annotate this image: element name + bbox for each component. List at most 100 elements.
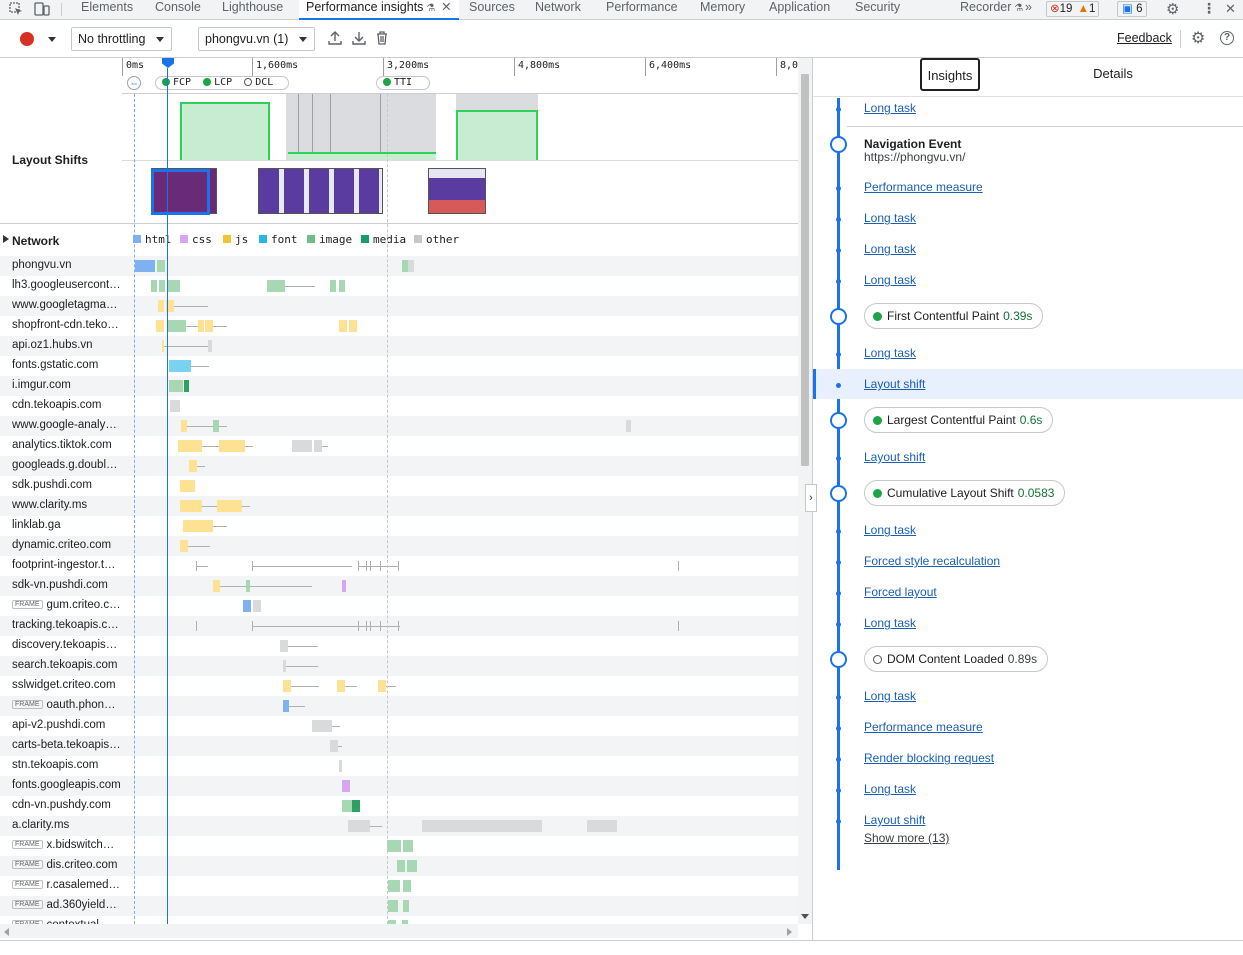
- horizontal-scrollbar[interactable]: [0, 924, 798, 938]
- request-bar[interactable]: [330, 740, 338, 752]
- throttling-select[interactable]: No throttling: [71, 27, 172, 51]
- tab-memory[interactable]: Memory: [700, 0, 745, 20]
- request-bar[interactable]: [388, 880, 400, 892]
- network-row[interactable]: FRAMEcontextual…: [0, 916, 798, 924]
- insight-link[interactable]: Long task: [864, 689, 916, 703]
- network-row[interactable]: phongvu.vn: [0, 256, 798, 276]
- request-bar[interactable]: [213, 420, 219, 432]
- request-bar[interactable]: [253, 600, 261, 612]
- tab-console[interactable]: Console: [155, 0, 201, 20]
- request-bar[interactable]: [342, 780, 350, 792]
- network-row[interactable]: www.google-analy…: [0, 416, 798, 436]
- request-bar[interactable]: [378, 680, 386, 692]
- close-devtools-icon[interactable]: ✕: [1225, 1, 1236, 17]
- request-bar[interactable]: [342, 800, 352, 812]
- insight-link[interactable]: Performance measure: [864, 180, 983, 194]
- tab-application[interactable]: Application: [769, 0, 830, 20]
- metric-pill[interactable]: Largest Contentful Paint 0.6s: [864, 407, 1054, 433]
- insight-link[interactable]: Long task: [864, 346, 916, 360]
- request-bar[interactable]: [339, 760, 342, 772]
- request-bar[interactable]: [180, 500, 202, 512]
- request-bar[interactable]: [339, 320, 347, 332]
- request-bar[interactable]: [184, 380, 189, 392]
- request-bar[interactable]: [403, 900, 409, 912]
- screenshot-thumbnail[interactable]: [428, 168, 486, 214]
- request-bar[interactable]: [170, 400, 180, 412]
- request-bar[interactable]: [337, 680, 345, 692]
- more-options-icon[interactable]: ⋮: [1202, 0, 1216, 17]
- network-row[interactable]: footprint-ingestor.t…: [0, 556, 798, 576]
- insight-link[interactable]: Forced layout: [864, 585, 937, 599]
- metric-pill[interactable]: Cumulative Layout Shift 0.0583: [864, 480, 1066, 506]
- request-bar[interactable]: [205, 320, 213, 332]
- request-bar[interactable]: [217, 500, 242, 512]
- network-row[interactable]: googleads.g.doubl…: [0, 456, 798, 476]
- request-bar[interactable]: [179, 360, 191, 372]
- playhead-handle-icon[interactable]: [162, 58, 174, 68]
- network-row[interactable]: www.googletagma…: [0, 296, 798, 316]
- marker-pill-group[interactable]: FCP LCP DCL: [155, 76, 289, 90]
- navigation-marker-icon[interactable]: ⇔: [127, 76, 141, 90]
- layout-shift-bar[interactable]: [288, 152, 436, 160]
- upload-icon[interactable]: [327, 30, 343, 49]
- tab-security[interactable]: Security: [855, 0, 900, 20]
- recording-select[interactable]: phongvu.vn (1): [198, 27, 315, 51]
- insight-link[interactable]: Layout shift: [864, 813, 925, 827]
- layout-shift-cluster[interactable]: [180, 102, 270, 160]
- request-bar[interactable]: [157, 260, 165, 272]
- network-row[interactable]: analytics.tiktok.com: [0, 436, 798, 456]
- scroll-right-icon[interactable]: [787, 928, 792, 936]
- request-bar[interactable]: [208, 340, 212, 352]
- issues-counter[interactable]: ⊗19 ▲1: [1046, 1, 1100, 17]
- network-row[interactable]: search.tekoapis.com: [0, 656, 798, 676]
- sidebar-toggle-button[interactable]: ›: [805, 484, 817, 512]
- insight-link[interactable]: Long task: [864, 616, 916, 630]
- show-more-link[interactable]: Show more (13): [864, 831, 949, 845]
- network-row[interactable]: linklab.ga: [0, 516, 798, 536]
- metric-pill[interactable]: First Contentful Paint 0.39s: [864, 303, 1044, 329]
- request-bar[interactable]: [422, 820, 542, 832]
- delete-icon[interactable]: [375, 30, 389, 49]
- insight-link[interactable]: Long task: [864, 782, 916, 796]
- request-bar[interactable]: [180, 480, 188, 492]
- expand-triangle-icon[interactable]: [3, 235, 9, 243]
- network-row[interactable]: FRAME dis.criteo.com: [0, 856, 798, 876]
- request-bar[interactable]: [342, 580, 346, 592]
- request-bar[interactable]: [219, 440, 245, 452]
- request-bar[interactable]: [156, 320, 164, 332]
- insight-link[interactable]: Performance measure: [864, 720, 983, 734]
- network-row[interactable]: dynamic.criteo.com: [0, 536, 798, 556]
- request-bar[interactable]: [169, 380, 183, 392]
- request-bar[interactable]: [388, 900, 398, 912]
- close-tab-icon[interactable]: ✕: [441, 0, 451, 14]
- request-bar[interactable]: [267, 280, 285, 292]
- network-row[interactable]: fonts.googleapis.com: [0, 776, 798, 796]
- scroll-down-icon[interactable]: [801, 914, 809, 919]
- request-bar[interactable]: [189, 460, 197, 472]
- network-row[interactable]: FRAME ad.360yield…: [0, 896, 798, 916]
- network-row[interactable]: tracking.tekoapis.c…: [0, 616, 798, 636]
- request-bar[interactable]: [158, 300, 164, 312]
- feedback-link[interactable]: Feedback: [1117, 31, 1172, 45]
- request-bar[interactable]: [587, 820, 617, 832]
- request-bar[interactable]: [213, 580, 220, 592]
- request-bar[interactable]: [151, 280, 157, 292]
- scroll-left-icon[interactable]: [4, 928, 9, 936]
- tab-lighthouse[interactable]: Lighthouse: [222, 0, 283, 20]
- screenshot-strip[interactable]: [258, 168, 383, 214]
- insight-link[interactable]: Long task: [864, 211, 916, 225]
- insight-link[interactable]: Forced style recalculation: [864, 554, 1000, 568]
- request-bar[interactable]: [283, 680, 291, 692]
- metric-pill[interactable]: DOM Content Loaded 0.89s: [864, 646, 1049, 672]
- request-bar[interactable]: [314, 440, 322, 452]
- request-bar[interactable]: [159, 280, 165, 292]
- request-bar[interactable]: [246, 580, 250, 592]
- request-bar[interactable]: [283, 700, 289, 712]
- selected-screenshot-frame[interactable]: [151, 169, 210, 215]
- request-bar[interactable]: [403, 880, 411, 892]
- network-row[interactable]: FRAME gum.criteo.c…: [0, 596, 798, 616]
- request-bar[interactable]: [408, 260, 414, 272]
- request-bar[interactable]: [243, 600, 251, 612]
- insight-link[interactable]: Long task: [864, 242, 916, 256]
- request-bar[interactable]: [339, 280, 345, 292]
